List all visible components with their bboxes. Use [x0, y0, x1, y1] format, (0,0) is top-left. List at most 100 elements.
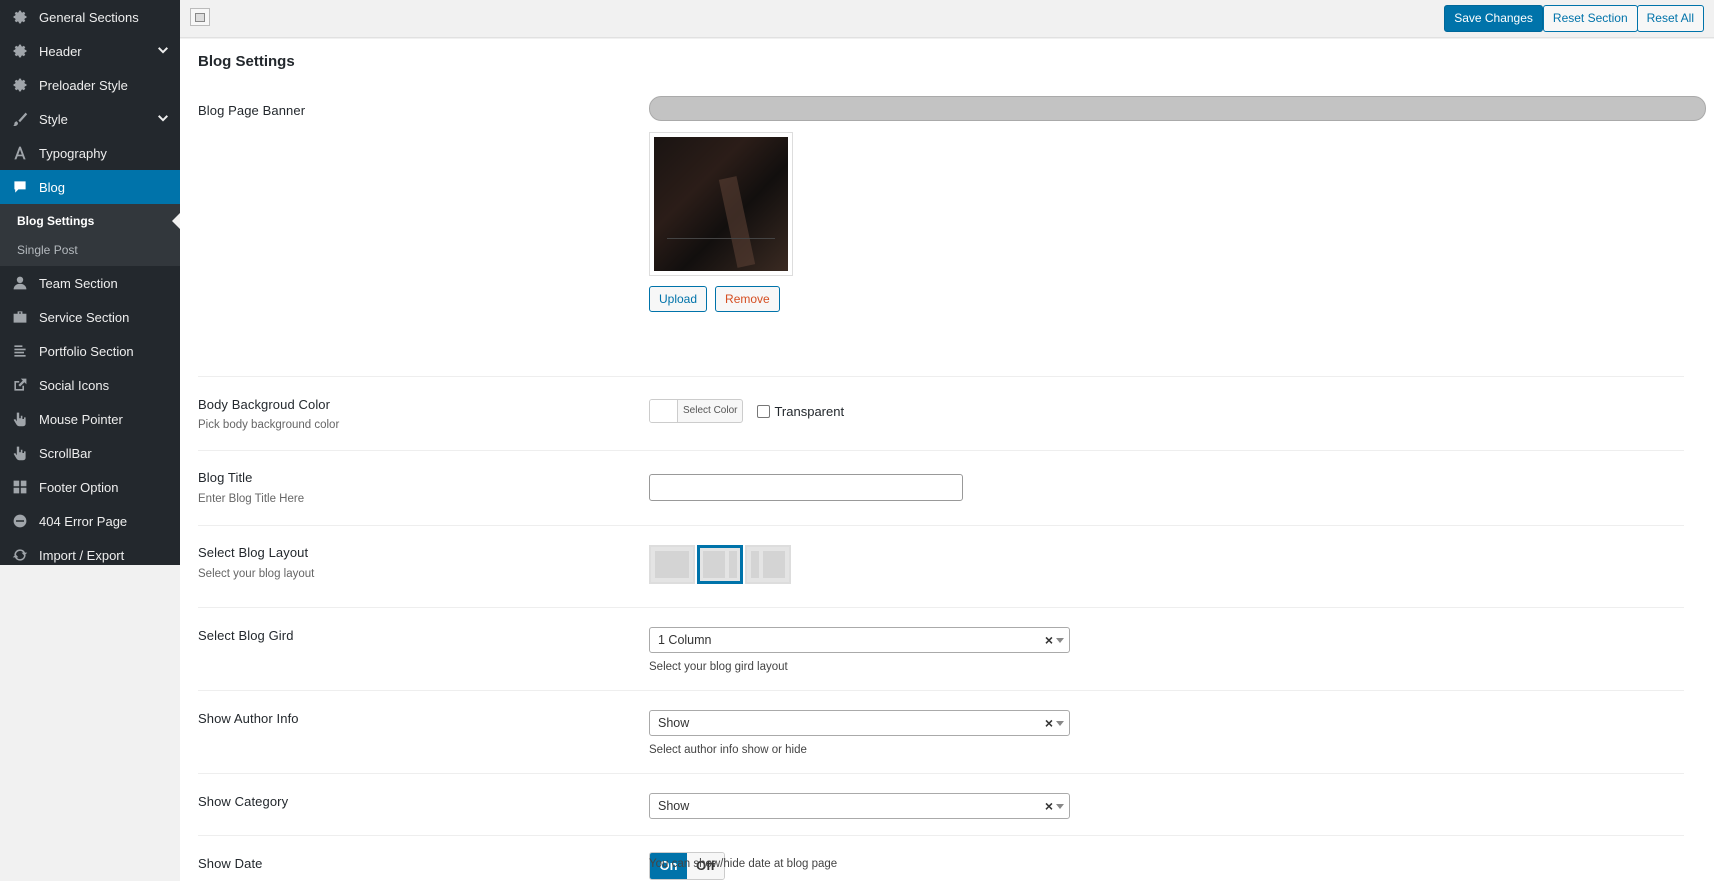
- banner-url-input[interactable]: [649, 96, 1706, 121]
- transparent-checkbox[interactable]: [757, 404, 771, 418]
- layout-full-width-option[interactable]: [649, 545, 695, 584]
- sidebar-item-404-error-page[interactable]: 404 Error Page: [0, 504, 180, 538]
- sidebar-item-header[interactable]: Header: [0, 34, 180, 68]
- sidebar-item-label: Style: [39, 111, 68, 127]
- blog-grid-field: 1 Column × Select your blog gird layout: [649, 627, 1070, 673]
- grid-icon: [11, 478, 29, 496]
- blog-grid-label: Select Blog Gird: [198, 628, 294, 643]
- category-field: Show ×: [649, 793, 1070, 819]
- chevron-down-icon[interactable]: [156, 112, 170, 126]
- sidebar-item-label: Mouse Pointer: [39, 411, 123, 427]
- color-swatch: [650, 400, 678, 422]
- select-color-button[interactable]: Select Color: [649, 399, 744, 423]
- sidebar-item-portfolio-section[interactable]: Portfolio Section: [0, 334, 180, 368]
- banner-preview: [649, 132, 793, 276]
- blog-title-input[interactable]: [649, 474, 963, 501]
- date-label: Show Date: [198, 856, 263, 871]
- reset-section-button[interactable]: Reset Section: [1542, 5, 1638, 32]
- sidebar-item-preloader-style[interactable]: Preloader Style: [0, 68, 180, 102]
- typography-icon: [11, 144, 29, 162]
- transparent-label: Transparent: [774, 403, 845, 419]
- blog-submenu: Blog Settings Single Post: [0, 204, 180, 266]
- author-info-select[interactable]: Show ×: [649, 710, 1070, 736]
- dropdown-arrow-icon[interactable]: [1056, 638, 1064, 643]
- sidebar-item-mouse-pointer[interactable]: Mouse Pointer: [0, 402, 180, 436]
- share-icon: [11, 376, 29, 394]
- refresh-icon: [11, 546, 29, 564]
- sidebar-item-social-icons[interactable]: Social Icons: [0, 368, 180, 402]
- pointer-icon: [11, 410, 29, 428]
- category-select[interactable]: Show ×: [649, 793, 1070, 819]
- sidebar-item-label: Footer Option: [39, 479, 119, 495]
- submenu-item-single-post[interactable]: Single Post: [0, 235, 180, 264]
- reset-all-button[interactable]: Reset All: [1636, 5, 1704, 32]
- dropdown-arrow-icon[interactable]: [1056, 721, 1064, 726]
- sidebar-item-label: Header: [39, 43, 82, 59]
- layout-left-sidebar-option[interactable]: [745, 545, 791, 584]
- clear-icon[interactable]: ×: [1045, 628, 1053, 652]
- sidebar-item-style[interactable]: Style: [0, 102, 180, 136]
- select-color-label: Select Color: [683, 405, 738, 416]
- blog-banner-row: Blog Page Banner Upload Remove: [198, 96, 1706, 377]
- banner-actions: Upload Remove: [649, 286, 780, 312]
- category-row: Show Category Show ×: [198, 774, 1684, 836]
- author-info-desc: Select author info show or hide: [649, 744, 807, 756]
- save-changes-button[interactable]: Save Changes: [1444, 5, 1543, 32]
- body-bg-row: Body Backgroud Color Pick body backgroun…: [198, 377, 1684, 451]
- gear-icon: [11, 76, 29, 94]
- blog-grid-row: Select Blog Gird 1 Column × Select your …: [198, 608, 1684, 691]
- admin-sidebar: General Sections Header Preloader Style …: [0, 0, 180, 565]
- blog-grid-select[interactable]: 1 Column ×: [649, 627, 1070, 653]
- category-value: Show: [658, 799, 690, 813]
- page-title: Blog Settings: [198, 53, 295, 70]
- expand-toggle-icon[interactable]: [190, 8, 210, 26]
- blog-grid-value: 1 Column: [658, 633, 712, 647]
- blog-title-desc: Enter Blog Title Here: [198, 493, 305, 505]
- banner-preview-image: [654, 137, 788, 271]
- blog-layout-label: Select Blog Layout: [198, 545, 309, 560]
- sidebar-item-label: ScrollBar: [39, 445, 92, 461]
- author-info-field: Show × Select author info show or hide: [649, 710, 1070, 756]
- gear-icon: [11, 8, 29, 26]
- sidebar-item-service-section[interactable]: Service Section: [0, 300, 180, 334]
- sidebar-item-label: General Sections: [39, 9, 139, 25]
- author-info-row: Show Author Info Show × Select author in…: [198, 691, 1684, 774]
- banner-field: Upload Remove: [649, 96, 1706, 312]
- sidebar-item-label: Import / Export: [39, 547, 125, 563]
- blog-layout-row: Select Blog Layout Select your blog layo…: [198, 526, 1684, 608]
- sidebar-item-label: Social Icons: [39, 377, 110, 393]
- sidebar-item-team-section[interactable]: Team Section: [0, 266, 180, 300]
- clear-icon[interactable]: ×: [1045, 711, 1053, 735]
- blog-grid-desc: Select your blog gird layout: [649, 661, 788, 673]
- options-toolbar: Save Changes Reset Section Reset All: [180, 0, 1714, 38]
- date-desc: You can show/hide date at blog page: [649, 858, 838, 870]
- blog-banner-label: Blog Page Banner: [198, 103, 306, 118]
- sidebar-item-import-export[interactable]: Import / Export: [0, 538, 180, 572]
- list-icon: [11, 342, 29, 360]
- clear-icon[interactable]: ×: [1045, 794, 1053, 818]
- author-info-label: Show Author Info: [198, 711, 299, 726]
- upload-button[interactable]: Upload: [649, 286, 708, 312]
- chevron-down-icon[interactable]: [156, 44, 170, 58]
- sidebar-item-general-sections[interactable]: General Sections: [0, 0, 180, 34]
- layout-right-sidebar-option[interactable]: [697, 545, 743, 584]
- submenu-item-blog-settings[interactable]: Blog Settings: [0, 206, 180, 235]
- sidebar-item-footer-option[interactable]: Footer Option: [0, 470, 180, 504]
- remove-button[interactable]: Remove: [715, 286, 780, 312]
- brush-icon: [11, 110, 29, 128]
- toolbar-buttons: Save Changes Reset Section Reset All: [1444, 5, 1704, 32]
- body-bg-label: Body Backgroud Color: [198, 397, 331, 412]
- blog-title-row: Blog Title Enter Blog Title Here: [198, 451, 1684, 526]
- date-row: Show Date On Off: [198, 836, 1684, 881]
- blog-title-label: Blog Title: [198, 470, 253, 485]
- sidebar-item-label: Service Section: [39, 309, 130, 325]
- sidebar-item-blog[interactable]: Blog: [0, 170, 180, 204]
- dropdown-arrow-icon[interactable]: [1056, 804, 1064, 809]
- sidebar-item-typography[interactable]: Typography: [0, 136, 180, 170]
- blog-layout-desc: Select your blog layout: [198, 568, 315, 580]
- sidebar-item-scrollbar[interactable]: ScrollBar: [0, 436, 180, 470]
- category-label: Show Category: [198, 794, 289, 809]
- scroll-icon: [11, 444, 29, 462]
- sidebar-item-label: 404 Error Page: [39, 513, 128, 529]
- person-icon: [11, 274, 29, 292]
